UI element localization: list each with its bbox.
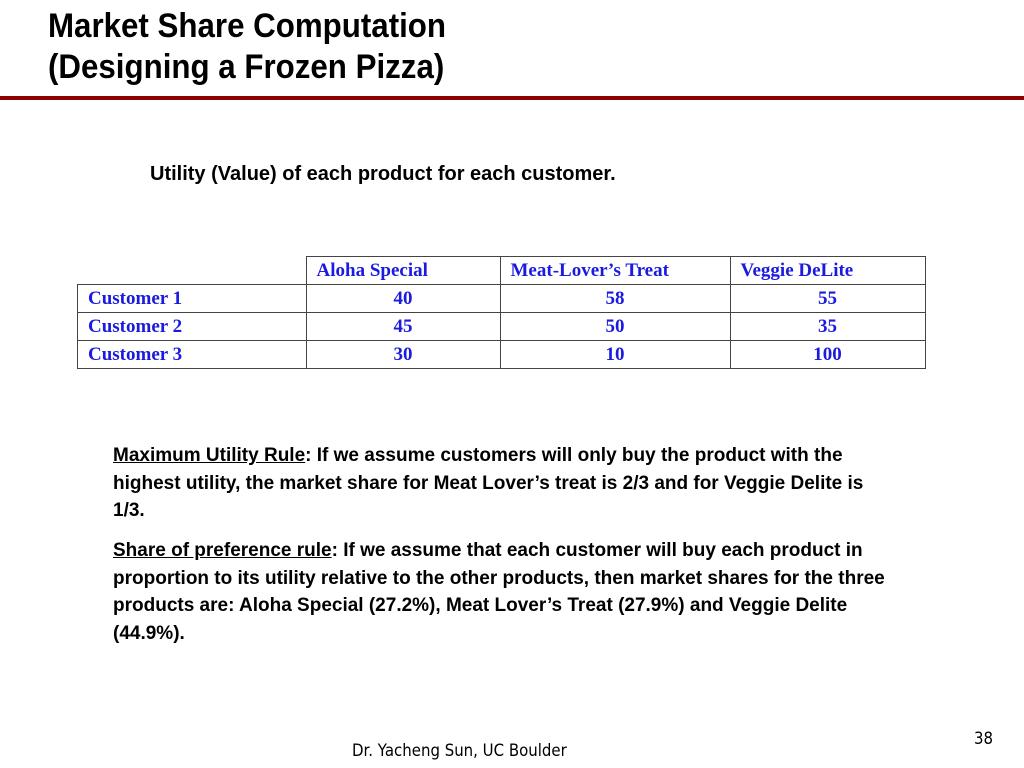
header-blank-cell [77, 256, 307, 285]
header-meat-lovers-treat: Meat-Lover’s Treat [499, 256, 731, 285]
table-header-row: Aloha Special Meat-Lover’s Treat Veggie … [77, 256, 926, 285]
slide-title: Market Share Computation (Designing a Fr… [48, 6, 446, 88]
paragraph-lead: Maximum Utility Rule [113, 445, 306, 466]
row-label: Customer 2 [77, 312, 307, 341]
cell-value: 40 [305, 284, 501, 313]
row-label: Customer 1 [77, 284, 307, 313]
row-label: Customer 3 [77, 340, 307, 369]
cell-value: 100 [729, 340, 926, 369]
table-row: Customer 3 30 10 100 [77, 340, 926, 369]
header-veggie-delite: Veggie DeLite [729, 256, 926, 285]
title-line-1: Market Share Computation [48, 7, 447, 45]
cell-value: 45 [305, 312, 501, 341]
cell-value: 50 [499, 312, 731, 341]
share-of-preference-paragraph: Share of preference rule: If we assume t… [113, 537, 893, 647]
utility-table: Aloha Special Meat-Lover’s Treat Veggie … [77, 256, 926, 369]
cell-value: 10 [499, 340, 731, 369]
maximum-utility-rule-paragraph: Maximum Utility Rule: If we assume custo… [113, 442, 893, 525]
footer-author: Dr. Yacheng Sun, UC Boulder [352, 741, 567, 761]
page-number: 38 [974, 729, 994, 749]
table-row: Customer 2 45 50 35 [77, 312, 926, 341]
header-aloha-special: Aloha Special [305, 256, 501, 285]
title-divider [0, 96, 1024, 100]
cell-value: 35 [729, 312, 926, 341]
table-caption: Utility (Value) of each product for each… [150, 163, 616, 185]
title-line-2: (Designing a Frozen Pizza) [48, 48, 445, 86]
cell-value: 30 [305, 340, 501, 369]
cell-value: 55 [729, 284, 926, 313]
paragraph-lead: Share of preference rule [113, 540, 332, 561]
table-row: Customer 1 40 58 55 [77, 284, 926, 313]
cell-value: 58 [499, 284, 731, 313]
